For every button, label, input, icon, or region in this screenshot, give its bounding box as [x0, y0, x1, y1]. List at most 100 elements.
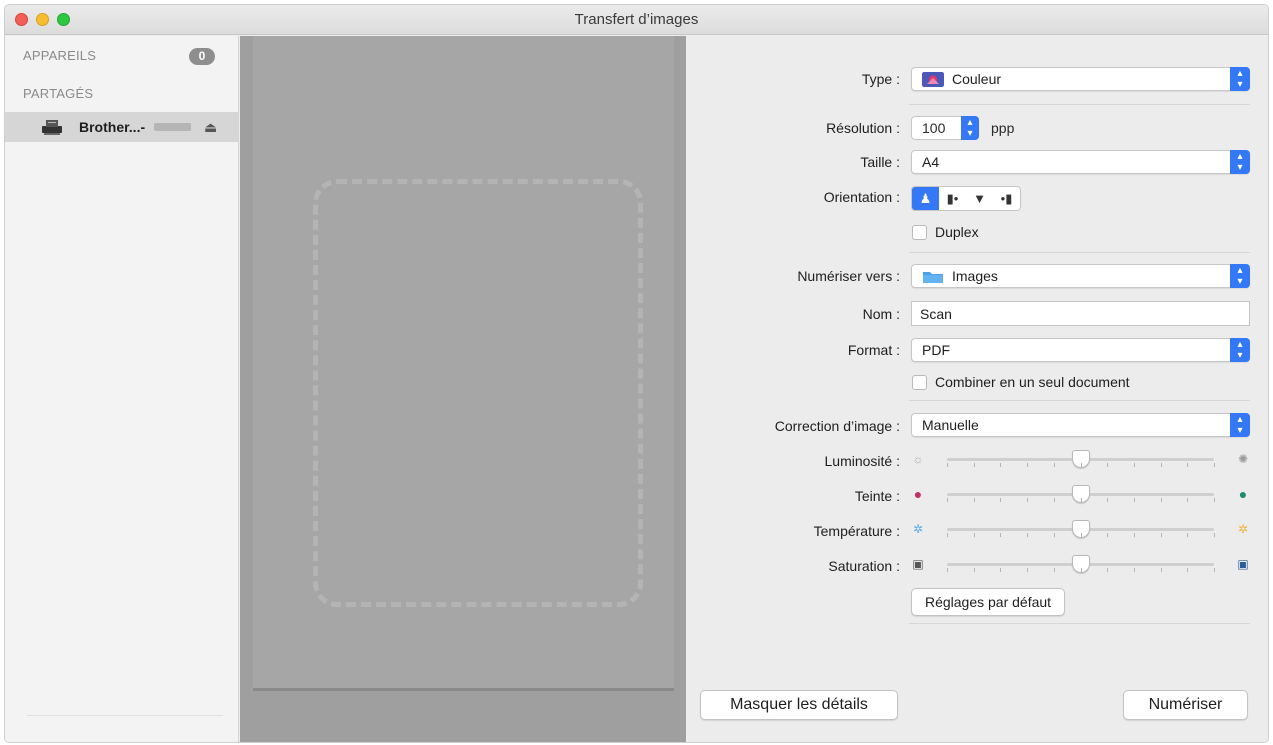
folder-icon: [923, 272, 943, 283]
combine-checkbox[interactable]: [912, 375, 927, 390]
saturation-slider[interactable]: ▣ ▣: [911, 555, 1250, 575]
orientation-portrait-upside-icon[interactable]: ▼: [966, 187, 993, 210]
slider-tick: [1080, 568, 1082, 572]
slider-tick: [1027, 533, 1029, 537]
sidebar-item-brother-scanner[interactable]: Brother...- ⏏: [5, 112, 238, 142]
slider-tick: [1027, 568, 1029, 572]
duplex-checkbox[interactable]: [912, 225, 927, 240]
shared-header: PARTAGÉS: [23, 86, 94, 101]
image-correction-popup[interactable]: Manuelle ▴ ▾: [911, 413, 1250, 437]
sidebar-divider: [27, 715, 223, 716]
slider-tick: [947, 463, 948, 467]
slider-tick: [1160, 568, 1162, 572]
orientation-portrait-icon[interactable]: ♟: [912, 187, 939, 210]
scan-to-value: Images: [952, 268, 998, 284]
temperature-label: Température :: [813, 523, 900, 539]
color-photo-icon: [922, 72, 944, 87]
orientation-segmented-control[interactable]: ♟ ▮• ▼ •▮: [911, 186, 1021, 211]
image-capture-window: Transfert d’images APPAREILS 0 PARTAGÉS …: [4, 4, 1269, 743]
device-label: Brother...-: [79, 119, 146, 135]
slider-tick: [1053, 463, 1055, 467]
orientation-landscape-left-icon[interactable]: ▮•: [939, 187, 966, 210]
slider-tick: [1133, 533, 1135, 537]
scan-bed: [253, 36, 674, 691]
tint-slider[interactable]: ● ●: [911, 485, 1250, 505]
slider-tick: [947, 568, 948, 572]
slider-tick: [1107, 568, 1109, 572]
size-label: Taille :: [860, 154, 900, 170]
slider-tick: [973, 463, 975, 467]
scan-area-frame[interactable]: [313, 179, 643, 607]
scan-to-label: Numériser vers :: [797, 268, 900, 284]
slider-tick: [1000, 498, 1002, 502]
slider-tick: [1214, 533, 1215, 537]
tint-green-icon: ●: [1238, 486, 1248, 502]
separator: [909, 400, 1250, 401]
slider-tick: [1107, 533, 1109, 537]
scan-to-popup[interactable]: Images ▴ ▾: [911, 264, 1250, 288]
temperature-slider[interactable]: ✲ ✲: [911, 520, 1250, 540]
slider-tick: [1053, 568, 1055, 572]
slider-tick: [1133, 463, 1135, 467]
type-value: Couleur: [952, 71, 1002, 87]
slider-tick: [1187, 533, 1189, 537]
scan-button[interactable]: Numériser: [1123, 690, 1248, 720]
slider-tick: [1160, 498, 1162, 502]
slider-tick: [1080, 533, 1082, 537]
scan-preview-area: [240, 36, 686, 742]
brightness-slider[interactable]: ☼ ✺: [911, 450, 1250, 470]
resolution-unit: ppp: [991, 120, 1015, 136]
brightness-label: Luminosité :: [824, 453, 900, 469]
slider-tick: [1214, 498, 1215, 502]
chevron-updown-icon: ▴ ▾: [961, 116, 979, 140]
brightness-high-icon: ✺: [1237, 452, 1249, 466]
format-value: PDF: [922, 342, 950, 358]
resolution-value: 100: [922, 120, 946, 136]
name-field[interactable]: [911, 301, 1250, 326]
window-title: Transfert d’images: [574, 11, 699, 28]
sidebar: APPAREILS 0 PARTAGÉS Brother...- ⏏: [5, 36, 239, 742]
tint-label: Teinte :: [854, 488, 900, 504]
slider-tick: [1000, 533, 1002, 537]
slider-tick: [1214, 568, 1215, 572]
tint-magenta-icon: ●: [913, 486, 923, 502]
slider-tick: [1080, 463, 1082, 467]
type-label: Type :: [861, 71, 900, 87]
type-popup[interactable]: Couleur ▴ ▾: [911, 67, 1250, 91]
temperature-warm-icon: ✲: [1237, 522, 1249, 536]
obscured-device-name: [154, 123, 191, 131]
hide-details-button[interactable]: Masquer les détails: [700, 690, 898, 720]
slider-tick: [1027, 463, 1029, 467]
slider-tick: [973, 533, 975, 537]
slider-tick: [1133, 568, 1135, 572]
slider-tick: [1107, 498, 1109, 502]
slider-tick: [1214, 463, 1215, 467]
saturation-low-icon: ▣: [912, 557, 924, 571]
saturation-label: Saturation :: [828, 558, 900, 574]
slider-tick: [973, 498, 975, 502]
reset-defaults-button[interactable]: Réglages par défaut: [911, 588, 1065, 616]
slider-tick: [1187, 568, 1189, 572]
size-popup[interactable]: A4 ▴ ▾: [911, 150, 1250, 174]
resolution-combobox[interactable]: 100 ▴ ▾: [911, 116, 979, 140]
name-label: Nom :: [862, 306, 900, 322]
image-correction-label: Correction d’image :: [774, 418, 900, 434]
size-value: A4: [922, 154, 940, 170]
slider-tick: [1053, 498, 1055, 502]
chevron-updown-icon: ▴ ▾: [1230, 338, 1250, 362]
chevron-updown-icon: ▴ ▾: [1230, 264, 1250, 288]
format-popup[interactable]: PDF ▴ ▾: [911, 338, 1250, 362]
eject-icon[interactable]: ⏏: [204, 119, 217, 136]
separator: [909, 623, 1250, 624]
orientation-landscape-right-icon[interactable]: •▮: [993, 187, 1020, 210]
image-correction-value: Manuelle: [922, 417, 979, 433]
saturation-high-icon: ▣: [1237, 557, 1249, 571]
slider-tick: [1000, 568, 1002, 572]
chevron-updown-icon: ▴ ▾: [1230, 150, 1250, 174]
slider-tick: [973, 568, 975, 572]
devices-count-badge: 0: [189, 48, 215, 65]
duplex-label: Duplex: [935, 224, 979, 240]
name-input[interactable]: [912, 302, 1249, 325]
slider-tick: [1187, 463, 1189, 467]
slider-tick: [947, 533, 948, 537]
